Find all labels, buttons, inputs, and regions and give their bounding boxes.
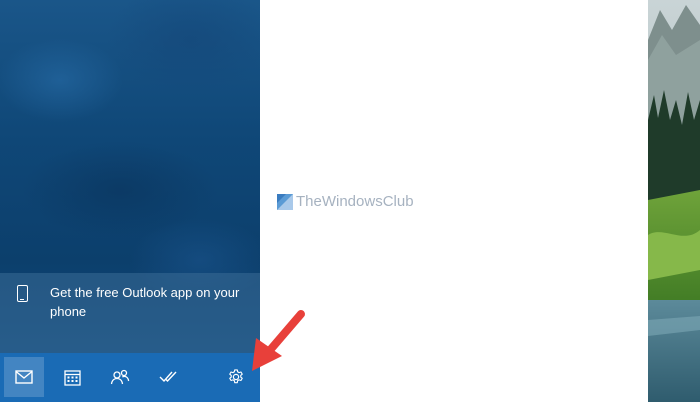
settings-gear-icon <box>229 369 243 384</box>
outlook-app-promo[interactable]: Get the free Outlook app on your phone <box>0 273 260 353</box>
mountain-lake-wallpaper <box>648 0 700 402</box>
bottom-nav-bar <box>0 353 260 402</box>
watermark: TheWindowsClub <box>277 193 414 210</box>
promo-text[interactable]: Get the free Outlook app on your phone <box>50 283 250 321</box>
windowsclub-logo-icon <box>277 193 293 210</box>
todo-nav-button[interactable] <box>148 357 188 397</box>
settings-nav-button[interactable] <box>216 357 256 397</box>
calendar-icon <box>63 369 81 386</box>
reading-pane: TheWindowsClub <box>260 0 648 402</box>
todo-check-icon <box>159 371 177 383</box>
desktop-wallpaper <box>648 0 700 402</box>
calendar-nav-button[interactable] <box>52 357 92 397</box>
people-icon <box>110 369 130 385</box>
phone-icon <box>17 285 28 302</box>
mail-icon <box>15 370 33 384</box>
mail-sidebar: Get the free Outlook app on your phone <box>0 0 260 402</box>
watermark-text: TheWindowsClub <box>296 193 414 210</box>
people-nav-button[interactable] <box>100 357 140 397</box>
mail-nav-button[interactable] <box>4 357 44 397</box>
